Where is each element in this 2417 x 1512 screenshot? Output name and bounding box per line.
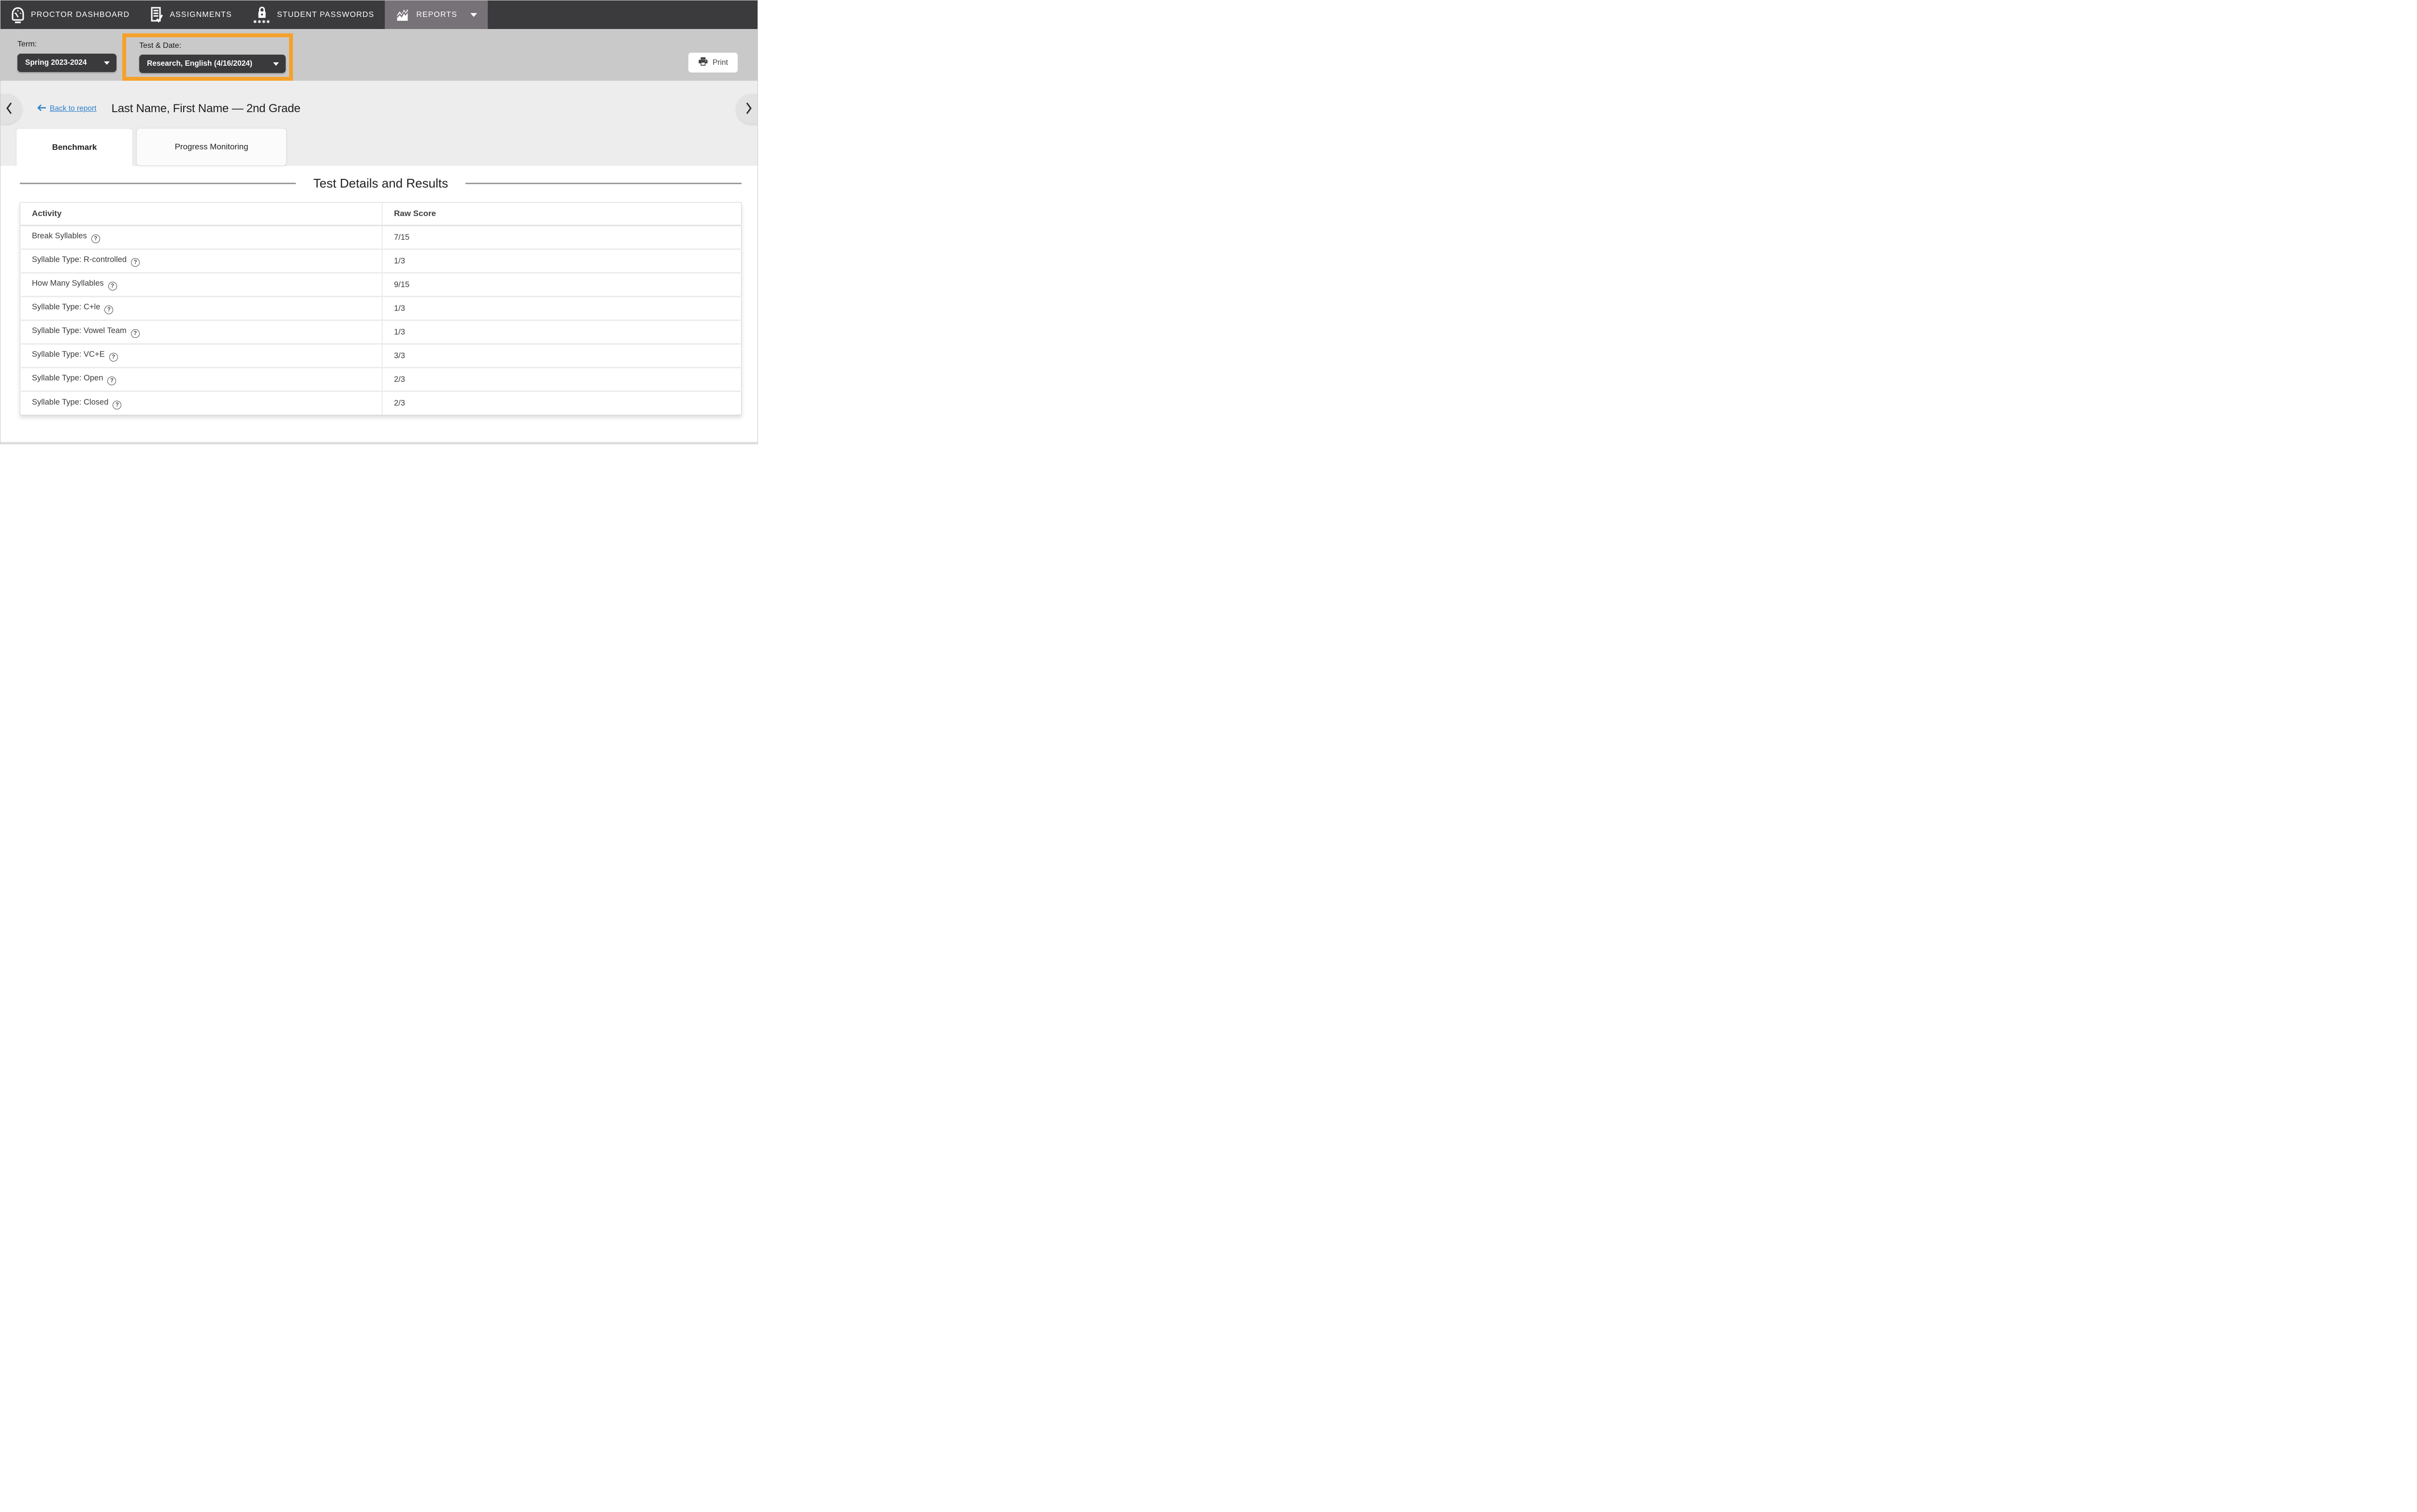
tab-bar: Benchmark Progress Monitoring — [16, 128, 287, 166]
print-button[interactable]: Print — [688, 53, 738, 73]
help-icon[interactable]: ? — [113, 401, 121, 409]
activity-label: Syllable Type: R-controlled — [32, 255, 127, 264]
tab-benchmark[interactable]: Benchmark — [16, 128, 133, 166]
table-row: Break Syllables? 7/15 — [20, 226, 742, 249]
heading-rule-right — [466, 183, 742, 184]
activity-label: Syllable Type: C+le — [32, 303, 100, 311]
activity-label: Syllable Type: Vowel Team — [32, 326, 127, 335]
top-nav: PROCTOR DASHBOARD ASSIGNMENTS — [0, 0, 757, 29]
filter-bar: Term: Spring 2023-2024 Test & Date: Rese… — [0, 29, 757, 81]
report-area: Back to report Last Name, First Name — 2… — [0, 81, 757, 444]
raw-score-value: 9/15 — [382, 273, 741, 297]
table-row: Syllable Type: R-controlled? 1/3 — [20, 249, 742, 273]
section-title: Test Details and Results — [313, 176, 448, 191]
test-date-dropdown[interactable]: Research, English (4/16/2024) — [139, 55, 286, 73]
chevron-down-icon — [470, 13, 477, 17]
nav-item-proctor-dashboard[interactable]: PROCTOR DASHBOARD — [0, 0, 140, 29]
nav-item-assignments[interactable]: ASSIGNMENTS — [140, 0, 243, 29]
results-table: Activity Raw Score Break Syllables? 7/15… — [20, 202, 742, 415]
help-icon[interactable]: ? — [91, 234, 100, 243]
table-row: Syllable Type: Vowel Team? 1/3 — [20, 320, 742, 344]
raw-score-value: 3/3 — [382, 344, 741, 368]
test-date-highlight-box: Test & Date: Research, English (4/16/202… — [122, 33, 293, 81]
help-icon[interactable]: ? — [131, 258, 140, 267]
raw-score-value: 2/3 — [382, 392, 741, 415]
chevron-left-icon — [5, 102, 13, 116]
heading-rule-left — [20, 183, 296, 184]
chevron-down-icon — [104, 61, 110, 65]
chevron-right-icon — [745, 102, 753, 116]
benchmark-panel: Test Details and Results Activity Raw Sc… — [0, 166, 757, 442]
arrow-left-icon — [37, 104, 46, 114]
term-filter-group: Term: Spring 2023-2024 — [17, 40, 116, 72]
nav-item-label: ASSIGNMENTS — [170, 11, 232, 19]
table-row: Syllable Type: Open? 2/3 — [20, 368, 742, 392]
area-chart-icon — [395, 8, 410, 22]
column-header-activity: Activity — [20, 203, 382, 226]
student-title: Last Name, First Name — 2nd Grade — [112, 102, 301, 116]
term-dropdown-value: Spring 2023-2024 — [25, 58, 87, 67]
gauge-icon — [11, 7, 25, 23]
column-header-raw-score: Raw Score — [382, 203, 741, 226]
password-asterisks: ✱✱✱✱ — [253, 20, 271, 24]
help-icon[interactable]: ? — [108, 282, 117, 291]
print-icon — [698, 57, 708, 69]
nav-item-student-passwords[interactable]: ✱✱✱✱ STUDENT PASSWORDS — [243, 0, 385, 29]
activity-label: Syllable Type: VC+E — [32, 350, 105, 359]
help-icon[interactable]: ? — [107, 377, 116, 385]
activity-label: Break Syllables — [32, 232, 87, 240]
raw-score-value: 2/3 — [382, 368, 741, 392]
previous-student-button[interactable] — [0, 94, 22, 124]
back-to-report-link[interactable]: Back to report — [37, 104, 97, 114]
help-icon[interactable]: ? — [104, 305, 113, 314]
activity-label: Syllable Type: Closed — [32, 398, 108, 407]
tab-progress-monitoring[interactable]: Progress Monitoring — [136, 128, 287, 166]
term-label: Term: — [17, 40, 116, 49]
nav-item-label: REPORTS — [416, 11, 457, 19]
nav-item-label: PROCTOR DASHBOARD — [31, 11, 130, 19]
nav-item-label: STUDENT PASSWORDS — [277, 11, 374, 19]
app-window: PROCTOR DASHBOARD ASSIGNMENTS — [0, 0, 758, 444]
term-dropdown[interactable]: Spring 2023-2024 — [17, 54, 116, 72]
table-row: Syllable Type: VC+E? 3/3 — [20, 344, 742, 368]
table-row: Syllable Type: C+le? 1/3 — [20, 297, 742, 320]
help-icon[interactable]: ? — [131, 329, 140, 338]
table-header-row: Activity Raw Score — [20, 203, 742, 226]
test-date-dropdown-value: Research, English (4/16/2024) — [147, 59, 252, 68]
test-date-label: Test & Date: — [139, 42, 289, 50]
raw-score-value: 1/3 — [382, 320, 741, 344]
activity-label: How Many Syllables — [32, 279, 104, 288]
help-icon[interactable]: ? — [109, 353, 118, 362]
nav-item-reports[interactable]: REPORTS — [385, 0, 488, 29]
back-to-report-label: Back to report — [50, 104, 97, 113]
chevron-down-icon — [273, 62, 279, 66]
section-heading: Test Details and Results — [20, 176, 742, 191]
raw-score-value: 1/3 — [382, 249, 741, 273]
lock-icon: ✱✱✱✱ — [253, 6, 271, 24]
report-header: Back to report Last Name, First Name — 2… — [37, 94, 300, 124]
activity-label: Syllable Type: Open — [32, 374, 103, 382]
table-row: How Many Syllables? 9/15 — [20, 273, 742, 297]
assignment-check-icon — [151, 7, 163, 23]
raw-score-value: 1/3 — [382, 297, 741, 320]
table-row: Syllable Type: Closed? 2/3 — [20, 392, 742, 415]
print-button-label: Print — [713, 58, 728, 67]
raw-score-value: 7/15 — [382, 226, 741, 249]
next-student-button[interactable] — [736, 94, 757, 124]
